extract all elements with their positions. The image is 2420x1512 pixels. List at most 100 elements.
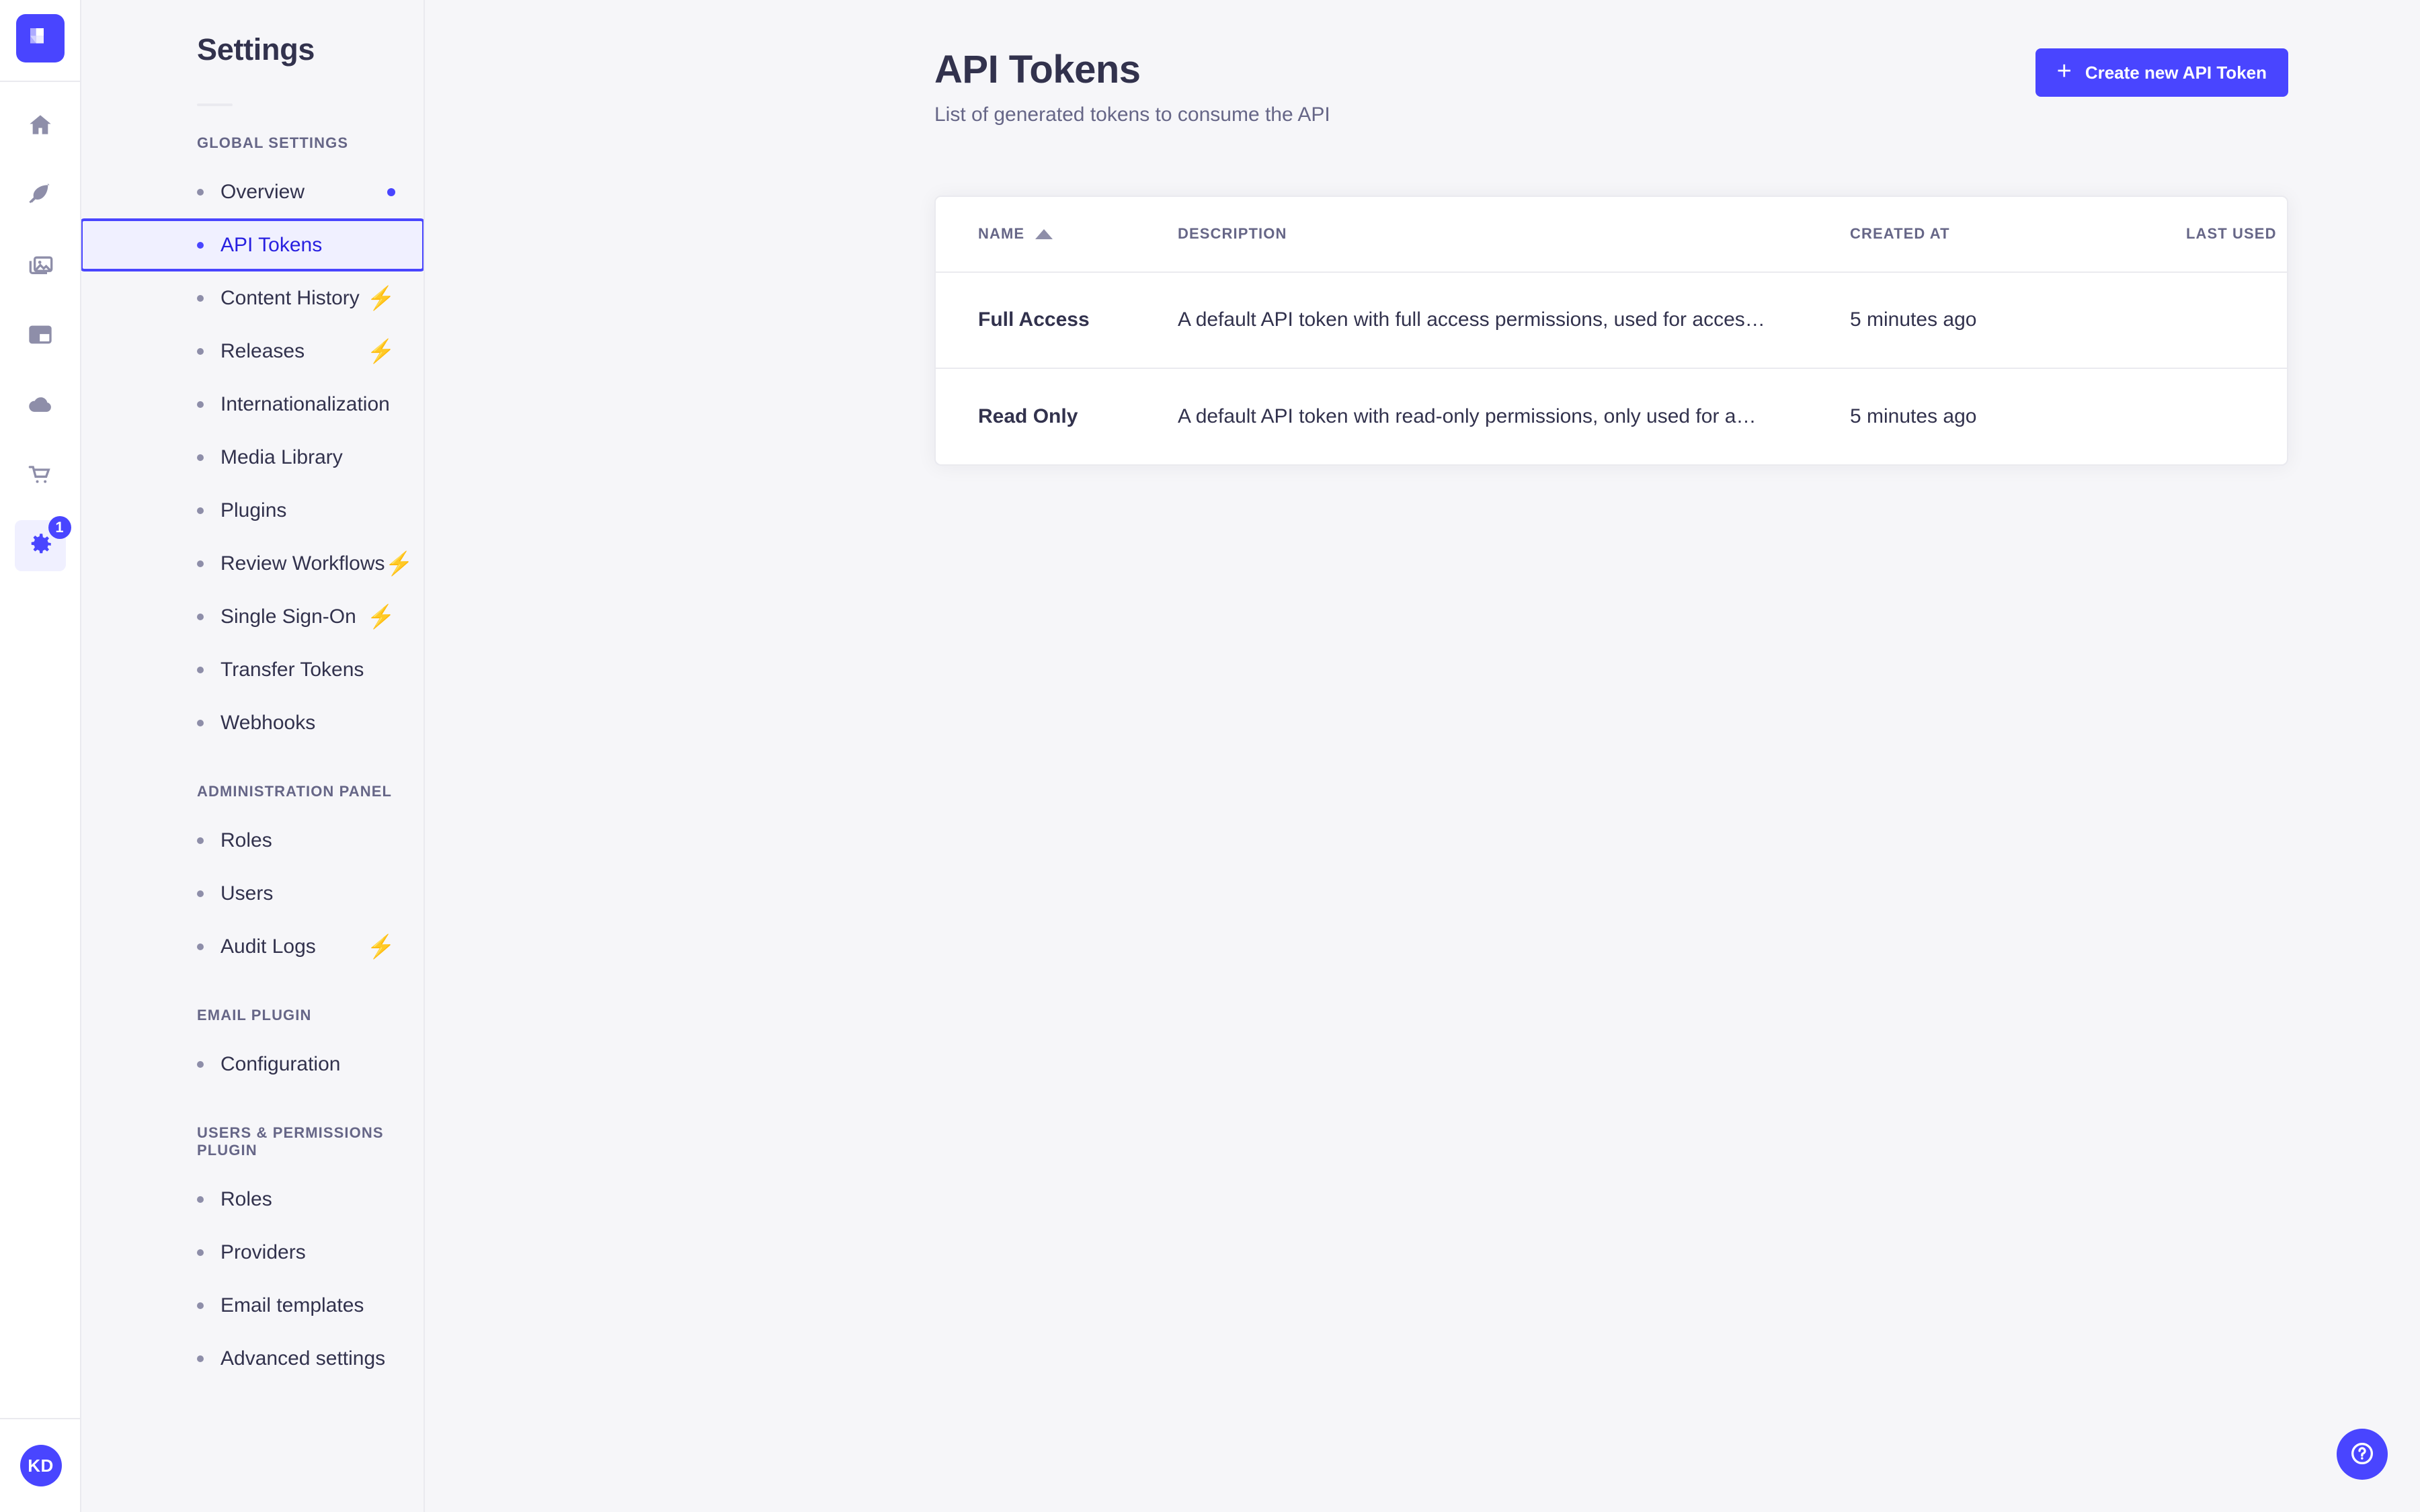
sidebar-section-label-users-permissions-plugin: USERS & PERMISSIONS PLUGIN (81, 1124, 424, 1159)
sidebar-item-releases[interactable]: Releases ⚡ (81, 325, 424, 378)
home-icon (27, 112, 54, 142)
bullet-icon (197, 890, 204, 897)
bullet-icon (197, 560, 204, 567)
lightning-bolt-icon: ⚡ (367, 340, 395, 363)
sidebar-item-review-workflows[interactable]: Review Workflows ⚡ (81, 537, 424, 590)
sidebar-item-api-tokens[interactable]: API Tokens (81, 218, 425, 271)
create-new-api-token-button[interactable]: + Create new API Token (2035, 48, 2288, 97)
sidebar-item-media-library[interactable]: Media Library (81, 431, 424, 484)
sidebar-item-label: Media Library (220, 446, 343, 469)
sidebar-item-label: Single Sign-On (220, 605, 356, 628)
bullet-icon (197, 667, 204, 673)
sidebar-item-up-email-templates[interactable]: Email templates (81, 1279, 424, 1332)
purple-dot-icon (387, 188, 395, 196)
rail-item-marketplace[interactable] (15, 450, 66, 501)
bullet-icon (197, 242, 204, 249)
table-body: Full Access A default API token with ful… (936, 272, 2288, 464)
rail-item-cloud[interactable] (15, 380, 66, 431)
sidebar-item-plugins[interactable]: Plugins (81, 484, 424, 537)
page-header: API Tokens List of generated tokens to c… (425, 0, 2420, 126)
sidebar-item-label: Roles (220, 1188, 272, 1211)
plus-icon: + (2057, 58, 2072, 84)
token-description: A default API token with read-only permi… (1178, 405, 1803, 428)
bullet-icon (197, 1196, 204, 1203)
sidebar-item-trailing: ⚡ (367, 935, 395, 958)
sidebar-item-admin-users[interactable]: Users (81, 867, 424, 920)
sidebar-section-label-administration-panel: ADMINISTRATION PANEL (81, 783, 424, 800)
feather-pen-icon (27, 181, 54, 212)
bullet-icon (197, 348, 204, 355)
cell-description: A default API token with full access per… (1178, 272, 1850, 368)
page-header-text: API Tokens List of generated tokens to c… (934, 48, 1330, 126)
rail-item-content-type-builder[interactable] (15, 310, 66, 362)
bullet-icon (197, 1249, 204, 1256)
token-name: Full Access (978, 308, 1090, 331)
rail-item-content-manager[interactable] (15, 171, 66, 222)
column-header-description[interactable]: DESCRIPTION (1178, 197, 1850, 272)
column-header-created-at[interactable]: CREATED AT (1850, 197, 2186, 272)
column-header-name[interactable]: NAME (936, 197, 1178, 272)
sidebar-item-label: Email templates (220, 1294, 364, 1317)
sidebar-item-up-providers[interactable]: Providers (81, 1226, 424, 1279)
bullet-icon (197, 1355, 204, 1362)
sidebar-item-up-advanced-settings[interactable]: Advanced settings (81, 1332, 424, 1385)
sidebar-item-transfer-tokens[interactable]: Transfer Tokens (81, 643, 424, 696)
rail-item-settings[interactable]: 1 (15, 520, 66, 571)
column-header-created-at-label: CREATED AT (1850, 225, 1950, 243)
table-row[interactable]: Full Access A default API token with ful… (936, 272, 2288, 368)
sidebar-group-users-permissions-plugin: Roles Providers Email templates Advanced… (81, 1173, 424, 1385)
table-area: NAME DESCRIPTION CREATED AT (425, 196, 2420, 466)
sidebar-item-email-configuration[interactable]: Configuration (81, 1038, 424, 1091)
sidebar-item-label: Review Workflows (220, 552, 385, 575)
bullet-icon (197, 507, 204, 514)
rail-icon-list: 1 (15, 82, 66, 571)
sidebar-item-label: Plugins (220, 499, 286, 522)
table-header-row: NAME DESCRIPTION CREATED AT (936, 197, 2288, 272)
column-header-name-label: NAME (978, 225, 1024, 243)
token-description: A default API token with full access per… (1178, 308, 1803, 331)
lightning-bolt-icon: ⚡ (385, 552, 413, 575)
sidebar-item-label: Roles (220, 829, 272, 852)
create-new-api-token-label: Create new API Token (2085, 62, 2267, 83)
token-created-at: 5 minutes ago (1850, 308, 1976, 331)
sidebar-item-label: Internationalization (220, 393, 390, 416)
cell-description: A default API token with read-only permi… (1178, 368, 1850, 464)
rail-item-home[interactable] (15, 101, 66, 152)
sidebar-item-label: API Tokens (220, 234, 322, 257)
column-header-last-used[interactable]: LAST USED (2186, 197, 2288, 272)
rail-item-media-library[interactable] (15, 241, 66, 292)
sidebar-item-trailing: ⚡ (367, 605, 395, 628)
sidebar-section-label-email-plugin: EMAIL PLUGIN (81, 1007, 424, 1024)
caret-up-icon[interactable] (1035, 229, 1053, 239)
sidebar-item-internationalization[interactable]: Internationalization (81, 378, 424, 431)
lightning-bolt-icon: ⚡ (367, 935, 395, 958)
sidebar-item-admin-roles[interactable]: Roles (81, 814, 424, 867)
lightning-bolt-icon: ⚡ (367, 287, 395, 310)
page-heading: API Tokens (934, 48, 1330, 91)
sidebar-item-content-history[interactable]: Content History ⚡ (81, 271, 424, 325)
settings-sidebar: Settings GLOBAL SETTINGS Overview API To… (81, 0, 425, 1512)
bullet-icon (197, 1302, 204, 1309)
sidebar-item-trailing: ⚡ (367, 340, 395, 363)
sidebar-item-audit-logs[interactable]: Audit Logs ⚡ (81, 920, 424, 973)
gear-icon (26, 530, 54, 562)
bullet-icon (197, 189, 204, 196)
sidebar-item-label: Audit Logs (220, 935, 316, 958)
sidebar-item-webhooks[interactable]: Webhooks (81, 696, 424, 749)
bullet-icon (197, 837, 204, 844)
bullet-icon (197, 401, 204, 408)
strapi-logo-icon[interactable] (16, 14, 65, 62)
help-button[interactable] (2337, 1429, 2388, 1480)
lightning-bolt-icon: ⚡ (367, 605, 395, 628)
cell-name: Full Access (936, 272, 1178, 368)
sidebar-item-overview[interactable]: Overview (81, 165, 424, 218)
layout-blocks-icon (27, 321, 54, 351)
main-content: API Tokens List of generated tokens to c… (425, 0, 2420, 1512)
bullet-icon (197, 1061, 204, 1068)
avatar[interactable]: KD (20, 1445, 62, 1486)
sidebar-item-up-roles[interactable]: Roles (81, 1173, 424, 1226)
api-tokens-table-card: NAME DESCRIPTION CREATED AT (934, 196, 2288, 466)
table-row[interactable]: Read Only A default API token with read-… (936, 368, 2288, 464)
sidebar-item-single-sign-on[interactable]: Single Sign-On ⚡ (81, 590, 424, 643)
column-header-description-label: DESCRIPTION (1178, 225, 1287, 243)
